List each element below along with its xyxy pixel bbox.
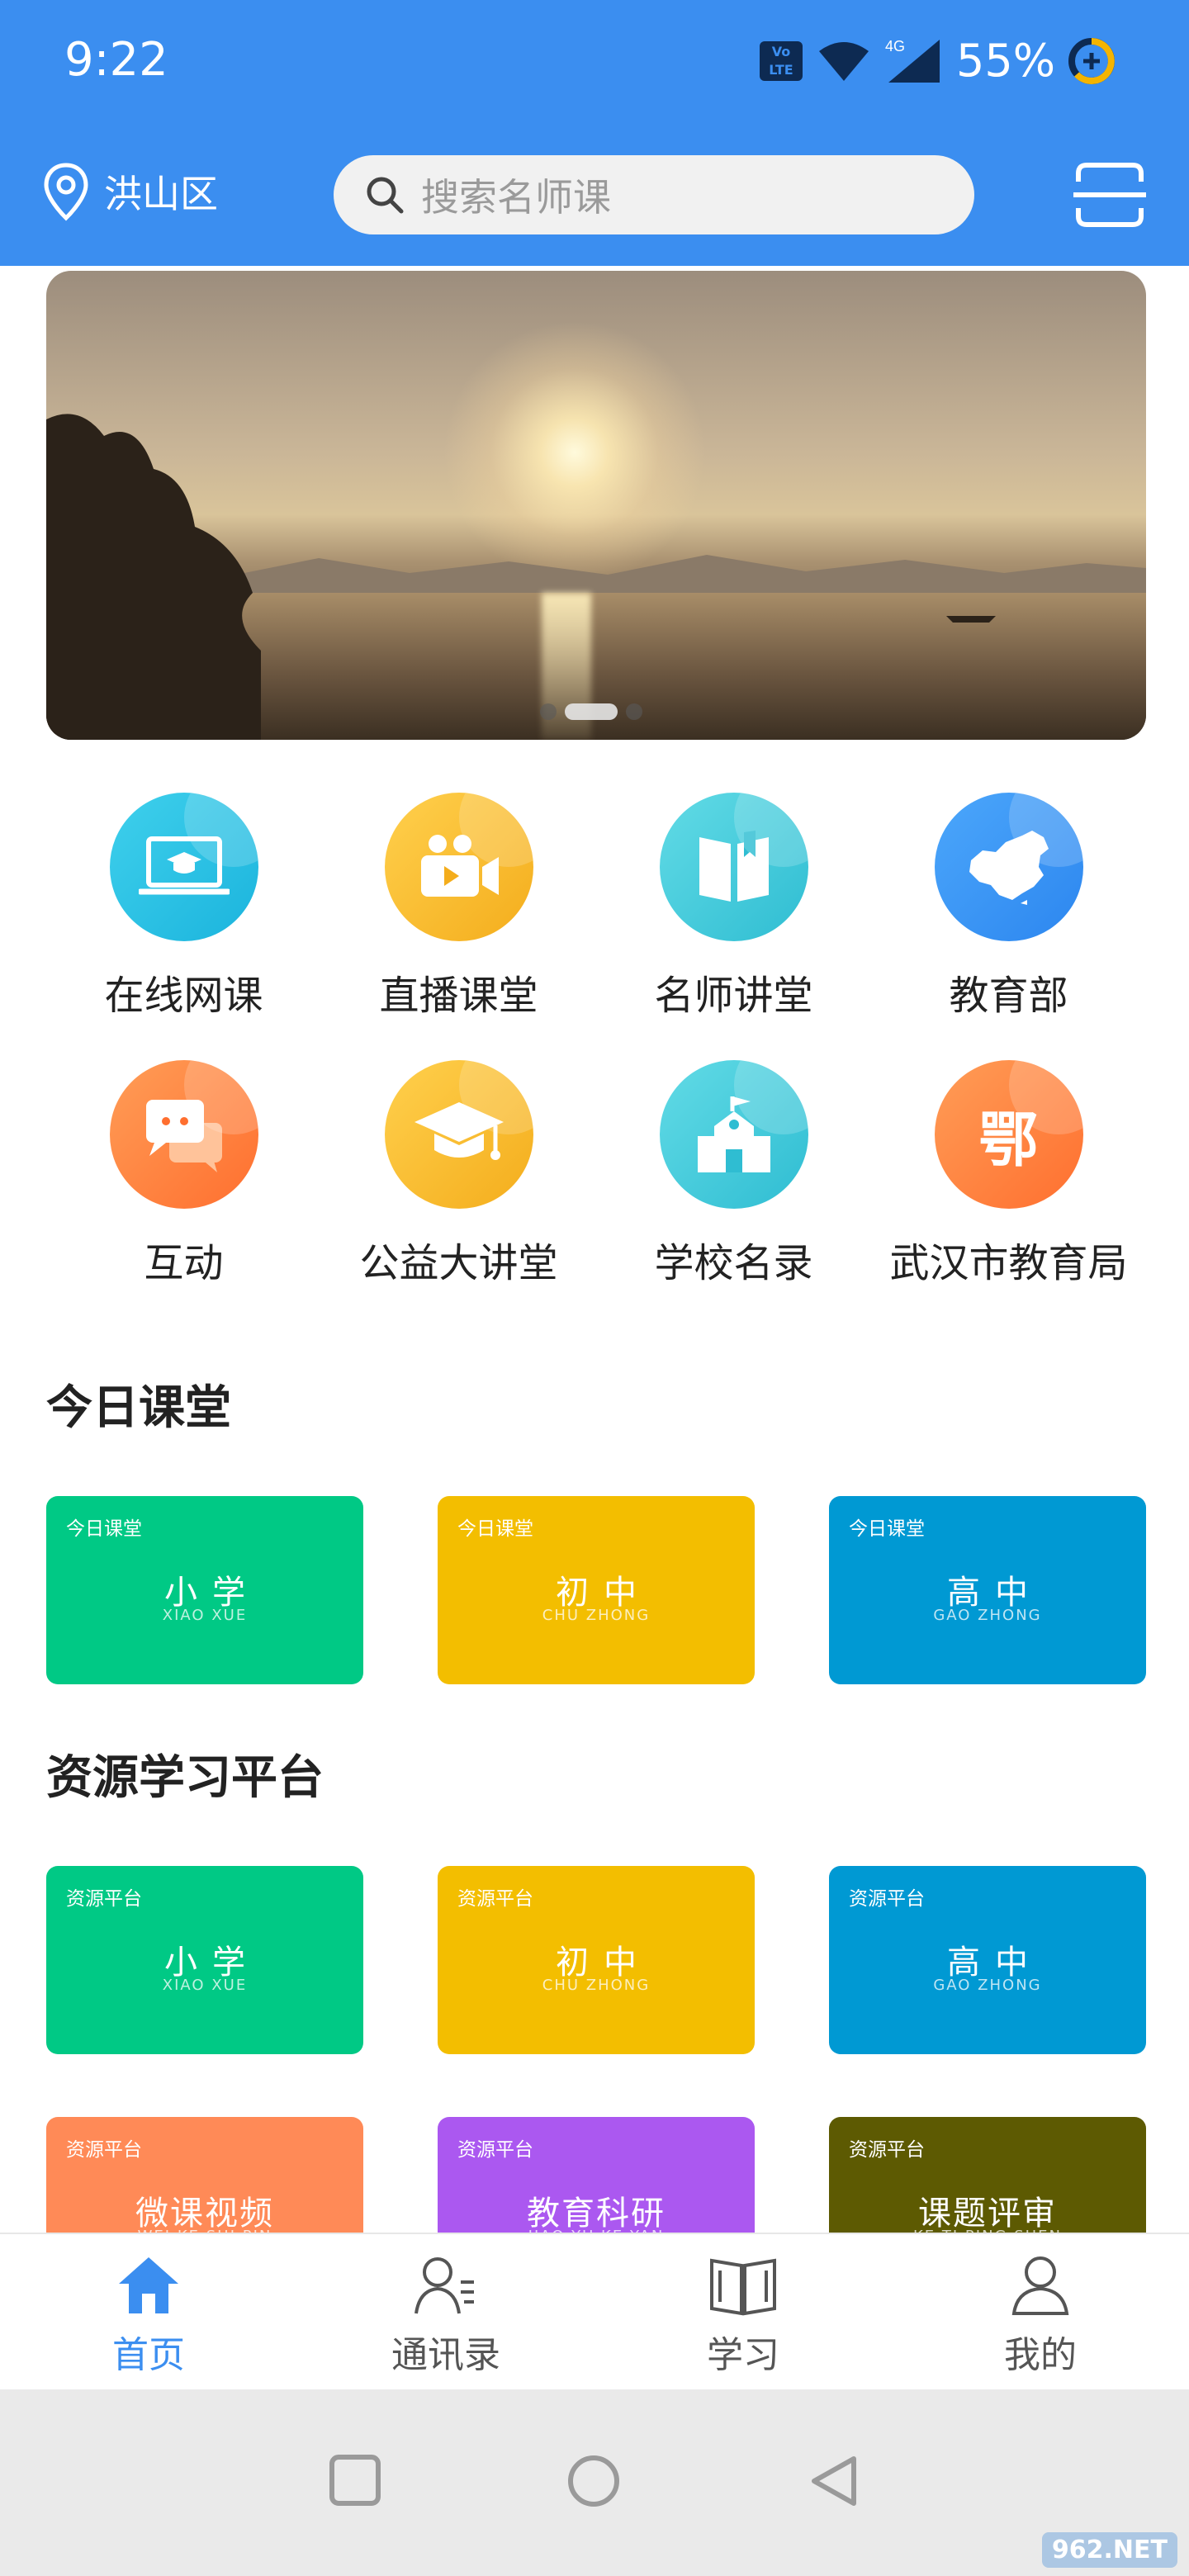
resource-cards-row-1: 资源平台 小学 XIAO XUE 资源平台 初中 CHU ZHONG 资源平台 … — [46, 1866, 1146, 2054]
feature-label: 公益大讲堂 — [359, 1240, 558, 1286]
battery-icon — [1068, 38, 1115, 84]
nav-label: 首页 — [112, 2334, 185, 2376]
feature-label: 在线网课 — [104, 973, 263, 1019]
banner-boat — [946, 616, 996, 623]
feature-live-class[interactable]: 直播课堂 — [321, 793, 596, 1020]
search-placeholder: 搜索名师课 — [421, 175, 611, 220]
search-icon — [367, 177, 404, 214]
graduation-cap-icon — [384, 1060, 533, 1209]
video-camera-icon — [384, 793, 533, 941]
feature-online-course[interactable]: 在线网课 — [46, 793, 321, 1020]
card-pinyin: CHU ZHONG — [542, 1977, 651, 1994]
nav-home[interactable]: 首页 — [0, 2234, 297, 2389]
card-resource-junior[interactable]: 资源平台 初中 CHU ZHONG — [438, 1866, 755, 2054]
feature-famous-teacher[interactable]: 名师讲堂 — [596, 793, 871, 1020]
feature-label: 名师讲堂 — [654, 973, 813, 1019]
network-type: 4G — [885, 38, 905, 54]
banner-carousel[interactable] — [46, 271, 1146, 740]
recent-apps-icon[interactable] — [329, 2454, 381, 2507]
card-today-primary[interactable]: 今日课堂 小学 XIAO XUE — [46, 1496, 363, 1684]
user-icon — [1011, 2256, 1069, 2315]
feature-label: 学校名录 — [654, 1240, 813, 1286]
card-tag: 资源平台 — [457, 1888, 533, 1910]
carousel-dot[interactable] — [540, 703, 557, 720]
nav-study[interactable]: 学习 — [594, 2234, 892, 2389]
card-tag: 资源平台 — [849, 1888, 925, 1910]
volte-icon: Vo LTE — [760, 41, 803, 81]
feature-interaction[interactable]: 互动 — [46, 1060, 321, 1288]
feature-public-lecture[interactable]: 公益大讲堂 — [321, 1060, 596, 1288]
bureau-glyph: 鄂 — [978, 1105, 1039, 1175]
nav-label: 学习 — [707, 2334, 779, 2376]
back-triangle-icon[interactable] — [808, 2454, 860, 2508]
feature-ministry[interactable]: 教育部 — [871, 793, 1146, 1020]
header: 9:22 Vo LTE 4G 55% 洪山区 搜索名师课 — [0, 0, 1189, 266]
card-resource-primary[interactable]: 资源平台 小学 XIAO XUE — [46, 1866, 363, 2054]
e-character-icon: 鄂 — [934, 1060, 1083, 1209]
feature-grid: 在线网课 直播课堂 名师讲堂 教育部 互动 公益大讲堂 学校名录 鄂 武汉市教育… — [46, 793, 1146, 1288]
status-time: 9:22 — [64, 33, 168, 87]
nav-label: 通讯录 — [391, 2334, 500, 2376]
feature-label: 互动 — [144, 1240, 224, 1286]
section-title-today: 今日课堂 — [46, 1381, 231, 1435]
battery-percent: 55% — [956, 35, 1056, 87]
carousel-dot[interactable] — [626, 703, 642, 720]
card-tag: 资源平台 — [66, 1888, 142, 1910]
card-tag: 资源平台 — [457, 2139, 533, 2161]
status-bar: 9:22 Vo LTE 4G 55% — [0, 0, 1189, 124]
carousel-indicator — [540, 703, 642, 720]
signal-icon: 4G — [885, 38, 940, 83]
card-resource-senior[interactable]: 资源平台 高中 GAO ZHONG — [829, 1866, 1146, 2054]
card-pinyin: XIAO XUE — [162, 1977, 248, 1994]
card-today-junior[interactable]: 今日课堂 初中 CHU ZHONG — [438, 1496, 755, 1684]
feature-label: 直播课堂 — [379, 973, 538, 1019]
card-pinyin: GAO ZHONG — [933, 1607, 1042, 1624]
feature-school-directory[interactable]: 学校名录 — [596, 1060, 871, 1288]
contacts-icon — [414, 2257, 474, 2314]
location-pin-icon — [44, 163, 88, 221]
card-pinyin: CHU ZHONG — [542, 1607, 651, 1624]
home-icon — [119, 2257, 178, 2313]
feature-wuhan-bureau[interactable]: 鄂 武汉市教育局 — [871, 1060, 1146, 1288]
feature-label: 武汉市教育局 — [889, 1240, 1128, 1286]
section-title-resources: 资源学习平台 — [46, 1751, 324, 1805]
card-pinyin: XIAO XUE — [162, 1607, 248, 1624]
carousel-dot-active[interactable] — [565, 703, 618, 720]
card-pinyin: GAO ZHONG — [933, 1977, 1042, 1994]
card-tag: 资源平台 — [849, 2139, 925, 2161]
location-label: 洪山区 — [104, 172, 218, 216]
search-input[interactable]: 搜索名师课 — [334, 155, 974, 234]
wifi-icon — [819, 42, 869, 81]
card-tag: 今日课堂 — [66, 1518, 142, 1540]
watermark: 962.NET — [1041, 2532, 1177, 2568]
bottom-nav: 首页 通讯录 学习 我的 — [0, 2233, 1189, 2389]
school-building-icon — [659, 1060, 808, 1209]
book-icon — [710, 2258, 776, 2316]
card-today-senior[interactable]: 今日课堂 高中 GAO ZHONG — [829, 1496, 1146, 1684]
card-tag: 今日课堂 — [849, 1518, 925, 1540]
open-book-icon — [659, 793, 808, 941]
chat-bubbles-icon — [109, 1060, 258, 1209]
location-selector[interactable]: 洪山区 — [41, 162, 218, 221]
today-cards: 今日课堂 小学 XIAO XUE 今日课堂 初中 CHU ZHONG 今日课堂 … — [46, 1496, 1146, 1684]
nav-contacts[interactable]: 通讯录 — [297, 2234, 594, 2389]
laptop-graduation-icon — [109, 793, 258, 941]
home-circle-icon[interactable] — [566, 2454, 621, 2508]
app-screen: 9:22 Vo LTE 4G 55% 洪山区 搜索名师课 在线网课 直播课堂 名… — [0, 0, 1189, 2576]
nav-mine[interactable]: 我的 — [892, 2234, 1189, 2389]
card-tag: 资源平台 — [66, 2139, 142, 2161]
banner-trees — [46, 414, 261, 740]
system-nav-bar: 962.NET — [0, 2389, 1189, 2576]
scan-icon[interactable] — [1073, 162, 1146, 228]
nav-label: 我的 — [1004, 2334, 1077, 2376]
card-tag: 今日课堂 — [457, 1518, 533, 1540]
feature-label: 教育部 — [949, 973, 1068, 1019]
china-map-icon — [934, 793, 1083, 941]
